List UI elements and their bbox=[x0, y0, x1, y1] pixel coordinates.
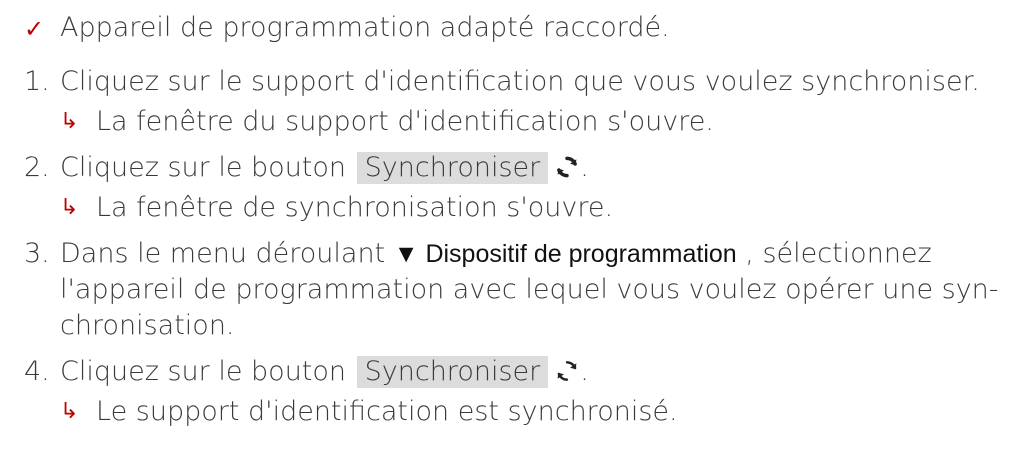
sync-icon bbox=[557, 156, 578, 178]
prerequisite-text: Appareil de programmation adapté raccord… bbox=[60, 12, 670, 43]
instructions: ✓ Appareil de programmation adapté racco… bbox=[24, 10, 1014, 430]
result-text: La fenêtre de synchronisation s'ouvre. bbox=[96, 192, 614, 223]
step-text-line3: chronisation. bbox=[60, 310, 235, 341]
synchronize-button-ref: Synchroniser bbox=[356, 152, 549, 184]
step-1-result: ↳ La fenêtre du support d'identification… bbox=[60, 104, 1014, 140]
step-2: 2. Cliquez sur le bouton Synchroniser . bbox=[24, 150, 1014, 186]
step-text: Cliquez sur le bouton Synchroniser . bbox=[60, 354, 1014, 390]
step-number: 2. bbox=[24, 152, 50, 183]
step-3: 3. Dans le menu déroulant ▼ Dispositif d… bbox=[24, 236, 1014, 344]
result-arrow-icon: ↳ bbox=[60, 109, 79, 134]
step-text-before: Cliquez sur le bouton bbox=[60, 356, 347, 387]
step-4-result: ↳ Le support d'identification est synchr… bbox=[60, 394, 1014, 430]
synchronize-button-ref: Synchroniser bbox=[356, 356, 549, 388]
step-4: 4. Cliquez sur le bouton Synchroniser . bbox=[24, 354, 1014, 390]
sync-icon bbox=[557, 361, 577, 381]
step-text-after: . bbox=[580, 152, 589, 183]
result-arrow-icon: ↳ bbox=[60, 399, 79, 424]
step-text: Cliquez sur le bouton Synchroniser . bbox=[60, 150, 1014, 186]
result-arrow-icon: ↳ bbox=[60, 195, 79, 220]
step-number: 4. bbox=[24, 356, 50, 387]
result-text: Le support d'identification est synchron… bbox=[96, 396, 678, 427]
step-text: Cliquez sur le support d'identification … bbox=[60, 66, 980, 97]
dropdown-arrow-icon: ▼ bbox=[393, 240, 419, 268]
step-1: 1. Cliquez sur le support d'identificati… bbox=[24, 64, 1014, 100]
step-text-before: Dans le menu déroulant bbox=[60, 238, 386, 269]
step-number: 3. bbox=[24, 238, 50, 269]
step-text-line2: l'appareil de programmation avec lequel … bbox=[60, 274, 999, 305]
check-icon: ✓ bbox=[24, 15, 45, 43]
prerequisite: ✓ Appareil de programmation adapté racco… bbox=[24, 10, 1014, 54]
step-text-before: Cliquez sur le bouton bbox=[60, 152, 347, 183]
step-2-result: ↳ La fenêtre de synchronisation s'ouvre. bbox=[60, 190, 1014, 226]
step-text: Dans le menu déroulant ▼ Dispositif de p… bbox=[60, 236, 1014, 344]
dropdown-menu-label: Dispositif de programmation bbox=[425, 240, 737, 268]
step-text-after: , sélectionnez bbox=[745, 238, 932, 269]
step-number: 1. bbox=[24, 66, 50, 97]
dropdown-menu-ref: ▼ Dispositif de programmation bbox=[394, 240, 737, 268]
result-text: La fenêtre du support d'identification s… bbox=[96, 106, 714, 137]
step-text-after: . bbox=[580, 356, 589, 387]
